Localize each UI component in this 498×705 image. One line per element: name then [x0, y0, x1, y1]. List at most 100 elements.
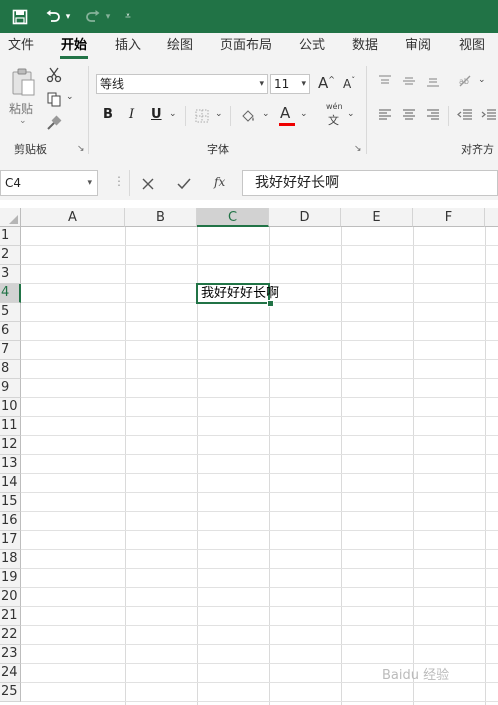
- row-header-22[interactable]: 22: [0, 626, 21, 645]
- orientation-icon[interactable]: ab: [456, 72, 476, 90]
- formula-input[interactable]: 我好好好长啊: [242, 170, 498, 196]
- copy-icon[interactable]: [44, 90, 64, 108]
- row-header-18[interactable]: 18: [0, 550, 21, 569]
- font-size-value: 11: [274, 77, 290, 91]
- font-color-icon[interactable]: A: [280, 104, 290, 122]
- row-header-6[interactable]: 6: [0, 322, 21, 341]
- font-size-combo[interactable]: 11 ▾: [270, 74, 310, 94]
- column-header-partial[interactable]: [485, 208, 498, 227]
- name-box-value: C4: [5, 176, 22, 190]
- font-name-combo[interactable]: 等线 ▾: [96, 74, 268, 94]
- name-box-dropdown-icon[interactable]: ▾: [87, 171, 92, 195]
- name-box[interactable]: C4 ▾: [0, 170, 98, 196]
- borders-dropdown-icon[interactable]: ⌄: [215, 109, 223, 119]
- font-name-value: 等线: [100, 77, 125, 91]
- tab-data[interactable]: 数据: [345, 33, 385, 60]
- paste-dropdown-icon[interactable]: ⌄: [19, 116, 27, 126]
- gridline: [21, 416, 498, 417]
- fill-color-icon[interactable]: [238, 106, 258, 126]
- phonetic-dropdown-icon[interactable]: ⌄: [347, 109, 355, 119]
- row-header-19[interactable]: 19: [0, 569, 21, 588]
- row-header-2[interactable]: 2: [0, 246, 21, 265]
- font-name-dropdown-icon[interactable]: ▾: [259, 75, 264, 93]
- tab-review[interactable]: 审阅: [398, 33, 438, 60]
- formula-bar-grip-icon[interactable]: ⋮: [113, 174, 125, 188]
- phonetic-icon[interactable]: wén: [326, 102, 343, 111]
- font-color-dropdown-icon[interactable]: ⌄: [300, 109, 308, 119]
- column-header-a[interactable]: A: [21, 208, 125, 227]
- copy-dropdown-icon[interactable]: ⌄: [66, 92, 74, 102]
- shrink-font-icon[interactable]: Aˇ: [343, 76, 355, 91]
- tab-page-layout[interactable]: 页面布局: [214, 33, 278, 60]
- fill-color-dropdown-icon[interactable]: ⌄: [262, 109, 270, 119]
- save-icon[interactable]: [6, 0, 34, 33]
- tab-home[interactable]: 开始: [54, 33, 94, 60]
- bottom-align-icon[interactable]: [424, 72, 442, 90]
- decrease-indent-icon[interactable]: [456, 106, 474, 124]
- gridline: [21, 454, 498, 455]
- align-left-icon[interactable]: [376, 106, 394, 124]
- orientation-dropdown-icon[interactable]: ⌄: [478, 75, 486, 85]
- row-header-25[interactable]: 25: [0, 683, 21, 702]
- cancel-icon[interactable]: [138, 174, 158, 194]
- row-header-10[interactable]: 10: [0, 398, 21, 417]
- group-divider: [366, 66, 367, 154]
- row-header-16[interactable]: 16: [0, 512, 21, 531]
- row-header-3[interactable]: 3: [0, 265, 21, 284]
- row-header-21[interactable]: 21: [0, 607, 21, 626]
- gridline: [21, 701, 498, 702]
- undo-dropdown-icon[interactable]: ▾: [62, 0, 74, 33]
- enter-check-icon[interactable]: [174, 174, 194, 194]
- underline-dropdown-icon[interactable]: ⌄: [169, 109, 177, 119]
- underline-button[interactable]: U: [151, 107, 162, 122]
- customize-toolbar-icon[interactable]: ⩡: [120, 0, 136, 33]
- row-header-17[interactable]: 17: [0, 531, 21, 550]
- row-header-23[interactable]: 23: [0, 645, 21, 664]
- tab-formulas[interactable]: 公式: [292, 33, 332, 60]
- italic-button[interactable]: I: [129, 107, 134, 122]
- tab-view[interactable]: 视图: [452, 33, 492, 60]
- paste-button-label[interactable]: 粘贴: [9, 100, 33, 117]
- row-header-5[interactable]: 5: [0, 303, 21, 322]
- row-header-15[interactable]: 15: [0, 493, 21, 512]
- column-header-c[interactable]: C: [197, 208, 269, 227]
- row-header-4[interactable]: 4: [0, 284, 21, 303]
- increase-indent-icon[interactable]: [480, 106, 498, 124]
- column-header-b[interactable]: B: [125, 208, 197, 227]
- row-header-12[interactable]: 12: [0, 436, 21, 455]
- font-size-dropdown-icon[interactable]: ▾: [301, 75, 306, 93]
- tab-insert[interactable]: 插入: [108, 33, 148, 60]
- paste-icon[interactable]: [8, 66, 38, 98]
- select-all-corner[interactable]: [0, 208, 21, 227]
- borders-icon[interactable]: [193, 107, 211, 125]
- top-align-icon[interactable]: [376, 72, 394, 90]
- worksheet-grid[interactable]: A B C D E F 1 2 3 4 5 6 7 8 9 10 11 12 13 14 15 16 17 18 1…: [0, 208, 498, 705]
- tab-draw[interactable]: 绘图: [160, 33, 200, 60]
- insert-function-button[interactable]: fx: [214, 175, 225, 189]
- cut-icon[interactable]: [44, 66, 64, 84]
- align-center-icon[interactable]: [400, 106, 418, 124]
- column-header-d[interactable]: D: [269, 208, 341, 227]
- column-header-e[interactable]: E: [341, 208, 413, 227]
- row-header-13[interactable]: 13: [0, 455, 21, 474]
- align-right-icon[interactable]: [424, 106, 442, 124]
- row-header-11[interactable]: 11: [0, 417, 21, 436]
- row-header-1[interactable]: 1: [0, 227, 21, 246]
- font-launcher-icon[interactable]: ↘: [354, 144, 362, 154]
- bold-button[interactable]: B: [103, 107, 113, 122]
- row-header-8[interactable]: 8: [0, 360, 21, 379]
- redo-dropdown-icon[interactable]: ▾: [102, 0, 114, 33]
- clipboard-launcher-icon[interactable]: ↘: [77, 144, 85, 154]
- tab-file[interactable]: 文件: [2, 33, 40, 60]
- row-header-14[interactable]: 14: [0, 474, 21, 493]
- column-header-f[interactable]: F: [413, 208, 485, 227]
- middle-align-icon[interactable]: [400, 72, 418, 90]
- row-header-24[interactable]: 24: [0, 664, 21, 683]
- row-header-7[interactable]: 7: [0, 341, 21, 360]
- toolbar-divider: [448, 106, 449, 126]
- grow-font-icon[interactable]: A^: [318, 74, 335, 92]
- row-header-20[interactable]: 20: [0, 588, 21, 607]
- format-painter-icon[interactable]: [44, 114, 64, 132]
- row-header-9[interactable]: 9: [0, 379, 21, 398]
- gridline: [485, 227, 486, 705]
